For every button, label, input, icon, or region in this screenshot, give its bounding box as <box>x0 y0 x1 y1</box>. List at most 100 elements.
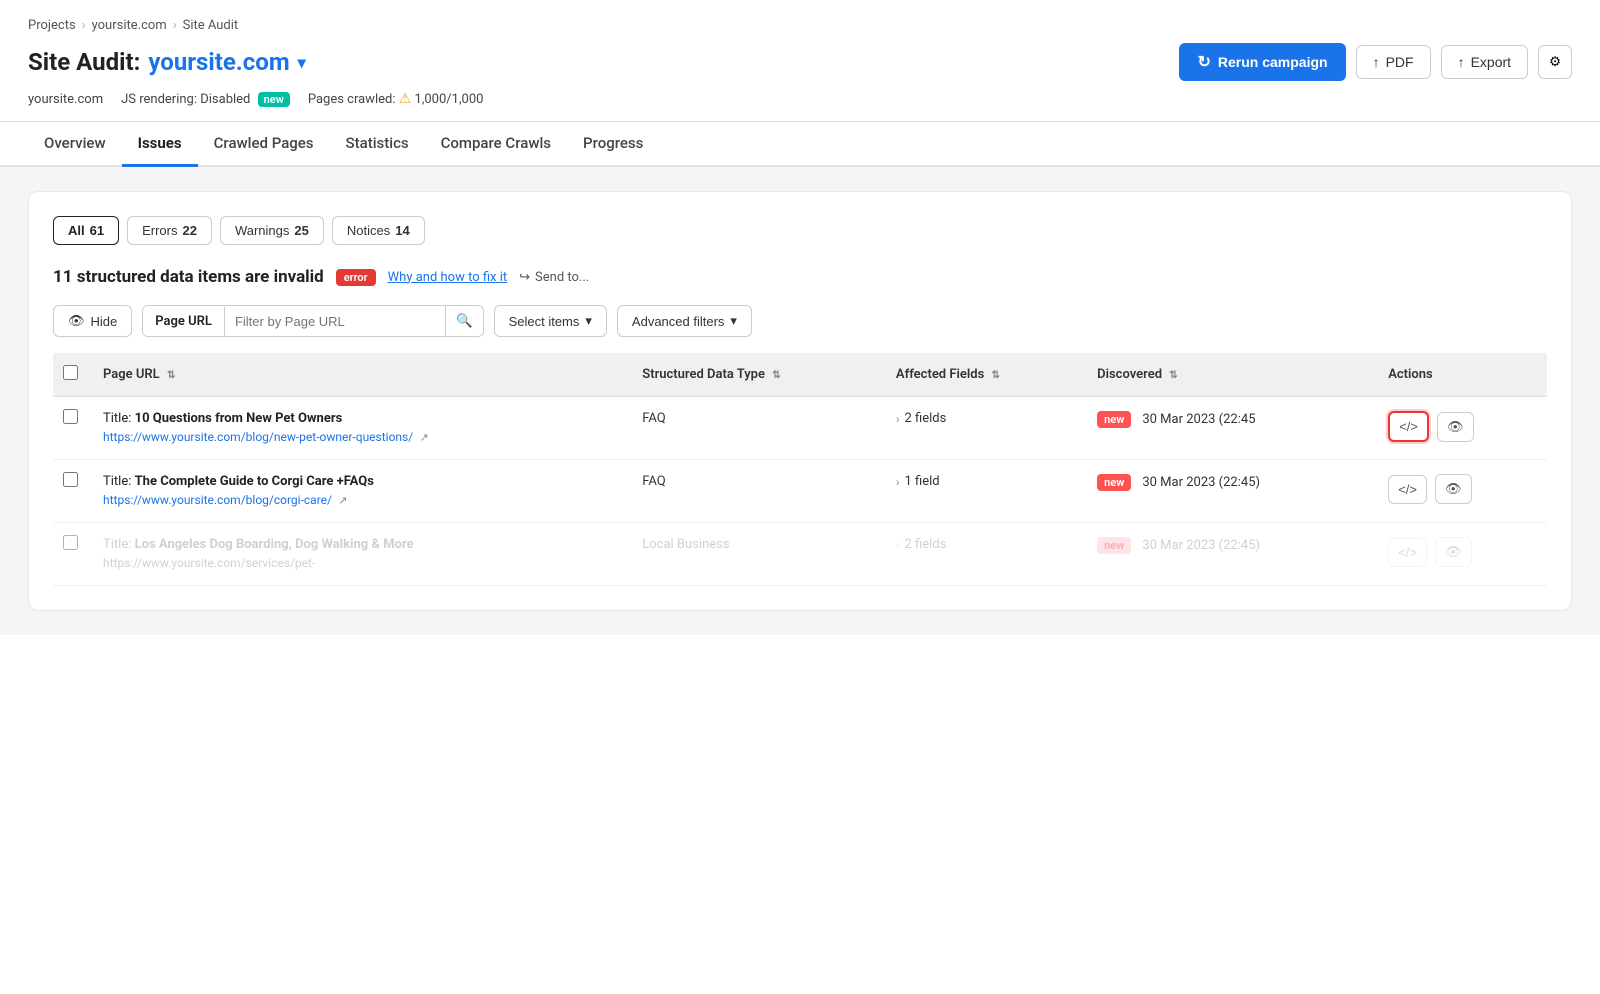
filter-tab-all[interactable]: All 61 <box>53 216 119 245</box>
pdf-button[interactable]: ↑ PDF <box>1356 45 1431 79</box>
breadcrumb-site[interactable]: yoursite.com <box>92 18 167 33</box>
js-rendering: JS rendering: Disabled new <box>121 92 290 107</box>
table-row: Title: The Complete Guide to Corgi Care … <box>53 460 1547 523</box>
breadcrumb-sep-2: › <box>173 18 177 33</box>
filter-tab-errors[interactable]: Errors 22 <box>127 216 212 245</box>
row-title: Title: Los Angeles Dog Boarding, Dog Wal… <box>103 537 614 552</box>
col-structured-data-type[interactable]: Structured Data Type ⇅ <box>628 353 882 397</box>
code-icon: </> <box>1398 482 1417 497</box>
tab-progress[interactable]: Progress <box>567 122 659 167</box>
row-checkbox[interactable] <box>63 535 78 550</box>
row-fields-cell: › 1 field <box>882 460 1083 523</box>
fix-link[interactable]: Why and how to fix it <box>388 270 508 285</box>
row-url-link[interactable]: https://www.yoursite.com/blog/new-pet-ow… <box>103 430 413 444</box>
upload-icon: ↑ <box>1373 54 1380 70</box>
row-discovered-cell: new 30 Mar 2023 (22:45) <box>1083 460 1374 523</box>
table-row: Title: Los Angeles Dog Boarding, Dog Wal… <box>53 523 1547 586</box>
preview-button[interactable]: 👁 <box>1435 537 1472 567</box>
tab-statistics[interactable]: Statistics <box>330 122 425 167</box>
advanced-filters-button[interactable]: Advanced filters ▾ <box>617 305 752 337</box>
filter-tab-warnings[interactable]: Warnings 25 <box>220 216 324 245</box>
discovered-date: 30 Mar 2023 (22:45) <box>1142 475 1260 490</box>
breadcrumb-projects[interactable]: Projects <box>28 18 76 33</box>
hide-button[interactable]: 👁 Hide <box>53 305 132 337</box>
page-url-filter: Page URL 🔍 <box>142 305 483 337</box>
row-discovered-cell: new 30 Mar 2023 (22:45 <box>1083 397 1374 460</box>
tab-overview[interactable]: Overview <box>28 122 122 167</box>
col-discovered[interactable]: Discovered ⇅ <box>1083 353 1374 397</box>
row-url-link[interactable]: https://www.yoursite.com/blog/corgi-care… <box>103 493 332 507</box>
chevron-down-icon[interactable]: ▾ <box>298 53 306 72</box>
export-icon: ↑ <box>1458 54 1465 70</box>
col-page-url[interactable]: Page URL ⇅ <box>89 353 628 397</box>
code-button[interactable]: </> <box>1388 475 1427 504</box>
row-checkbox-cell <box>53 397 89 460</box>
send-to-button[interactable]: ↪ Send to... <box>519 270 589 285</box>
row-actions-cell: </> 👁 <box>1374 460 1547 523</box>
select-items-button[interactable]: Select items ▾ <box>494 305 607 337</box>
refresh-icon: ↻ <box>1197 52 1210 72</box>
issues-card: All 61 Errors 22 Warnings 25 Notices 14 <box>28 191 1572 611</box>
row-page-url-cell: Title: 10 Questions from New Pet Owners … <box>89 397 628 460</box>
filter-tabs: All 61 Errors 22 Warnings 25 Notices 14 <box>53 216 1547 245</box>
table-wrapper: Page URL ⇅ Structured Data Type ⇅ Affect… <box>53 353 1547 586</box>
row-url-link[interactable]: https://www.yoursite.com/services/pet- <box>103 556 315 570</box>
code-button[interactable]: </> <box>1388 411 1429 442</box>
col-affected-fields[interactable]: Affected Fields ⇅ <box>882 353 1083 397</box>
fields-count: 1 field <box>905 474 940 489</box>
tab-compare-crawls[interactable]: Compare Crawls <box>425 122 567 167</box>
fields-expand-icon[interactable]: › <box>896 538 900 552</box>
external-link-icon: ↗ <box>419 431 428 444</box>
row-fields-cell: › 2 fields <box>882 523 1083 586</box>
row-actions-cell: </> 👁 <box>1374 397 1547 460</box>
code-icon: </> <box>1398 545 1417 560</box>
eye-icon: 👁 <box>1445 481 1462 497</box>
sort-icon: ⇅ <box>167 370 175 381</box>
search-button[interactable]: 🔍 <box>445 306 483 336</box>
preview-button[interactable]: 👁 <box>1437 412 1474 442</box>
row-type-cell: Local Business <box>628 523 882 586</box>
row-actions-cell: </> 👁 <box>1374 523 1547 586</box>
row-page-url-cell: Title: The Complete Guide to Corgi Care … <box>89 460 628 523</box>
issue-title: 11 structured data items are invalid <box>53 267 324 287</box>
page-url-label: Page URL <box>143 307 225 336</box>
tab-crawled-pages[interactable]: Crawled Pages <box>198 122 330 167</box>
page-url-input[interactable] <box>225 307 445 336</box>
nav-tabs: Overview Issues Crawled Pages Statistics… <box>0 122 1600 167</box>
send-icon: ↪ <box>519 270 530 285</box>
tab-issues[interactable]: Issues <box>122 122 198 167</box>
preview-button[interactable]: 👁 <box>1435 474 1472 504</box>
fields-count: 2 fields <box>905 537 947 552</box>
export-button[interactable]: ↑ Export <box>1441 45 1528 79</box>
page-title: Site Audit: yoursite.com ▾ <box>28 48 306 76</box>
breadcrumb-page: Site Audit <box>183 18 239 33</box>
rerun-campaign-button[interactable]: ↻ Rerun campaign <box>1179 43 1345 81</box>
error-badge: error <box>336 269 376 286</box>
fields-expand-icon[interactable]: › <box>896 412 900 426</box>
new-badge: new <box>1097 411 1131 428</box>
discovered-date: 30 Mar 2023 (22:45 <box>1142 412 1255 427</box>
select-all-checkbox[interactable] <box>63 365 78 380</box>
settings-button[interactable]: ⚙ <box>1538 45 1572 79</box>
filter-tab-notices[interactable]: Notices 14 <box>332 216 425 245</box>
fields-expand-icon[interactable]: › <box>896 475 900 489</box>
site-name[interactable]: yoursite.com <box>148 48 289 76</box>
chevron-down-icon: ▾ <box>730 313 737 329</box>
chevron-down-icon: ▾ <box>585 313 592 329</box>
js-rendering-badge: new <box>258 92 290 107</box>
code-button[interactable]: </> <box>1388 538 1427 567</box>
new-badge: new <box>1097 537 1131 554</box>
row-title: Title: The Complete Guide to Corgi Care … <box>103 474 614 489</box>
header-actions: ↻ Rerun campaign ↑ PDF ↑ Export ⚙ <box>1179 43 1572 81</box>
external-link-icon: ↗ <box>338 494 347 507</box>
col-actions: Actions <box>1374 353 1547 397</box>
sort-icon: ⇅ <box>772 370 780 381</box>
row-checkbox[interactable] <box>63 409 78 424</box>
row-checkbox[interactable] <box>63 472 78 487</box>
site-meta: yoursite.com <box>28 92 103 107</box>
eye-icon: 👁 <box>1447 419 1464 435</box>
row-type-cell: FAQ <box>628 397 882 460</box>
select-all-header <box>53 353 89 397</box>
fields-count: 2 fields <box>905 411 947 426</box>
title-prefix: Site Audit: <box>28 48 140 76</box>
